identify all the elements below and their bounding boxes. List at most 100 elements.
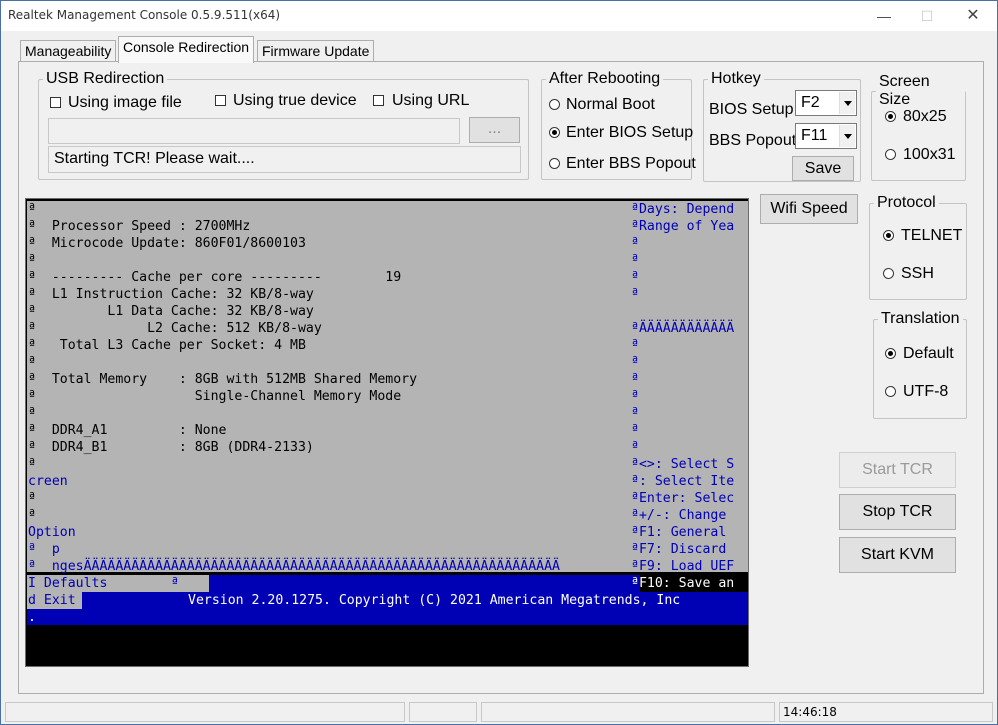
enter-bios-setup-label[interactable]: Enter BIOS Setup bbox=[566, 124, 693, 142]
status-text-field: Starting TCR! Please wait.... bbox=[48, 146, 521, 173]
console-help-line: ªDays: Depend bbox=[631, 202, 735, 217]
console-line: ª L1 Instruction Cache: 32 KB/8-way bbox=[28, 287, 314, 302]
stop-tcr-button[interactable]: Stop TCR bbox=[839, 494, 956, 530]
usb-redirection-legend: USB Redirection bbox=[46, 70, 165, 87]
protocol-group: Protocol bbox=[869, 194, 967, 300]
bbs-popout-label: BBS Popout bbox=[709, 132, 797, 149]
console-line: ª Microcode Update: 860F01/8600103 bbox=[28, 236, 306, 251]
bios-setup-select[interactable]: F2 bbox=[795, 90, 857, 116]
console-line: ª Total Memory : 8GB with 512MB Shared M… bbox=[28, 372, 418, 387]
protocol-legend: Protocol bbox=[877, 194, 936, 211]
console-line: ª bbox=[28, 355, 36, 370]
translation-utf8-radio[interactable] bbox=[885, 386, 896, 397]
translation-default-radio[interactable] bbox=[885, 348, 896, 359]
tab-firmware-update[interactable]: Firmware Update bbox=[257, 40, 375, 62]
window-title: Realtek Management Console 0.5.9.511(x64… bbox=[8, 8, 281, 22]
translation-legend: Translation bbox=[881, 310, 960, 327]
start-kvm-button[interactable]: Start KVM bbox=[839, 537, 956, 573]
chevron-down-icon[interactable] bbox=[839, 125, 855, 147]
using-url-label[interactable]: Using URL bbox=[392, 92, 469, 110]
console-help-line: ª bbox=[631, 355, 639, 370]
console-help-line: ª bbox=[631, 423, 639, 438]
console-help-line: ª bbox=[631, 287, 639, 302]
normal-boot-label[interactable]: Normal Boot bbox=[566, 96, 655, 114]
console-help-line: ª bbox=[631, 338, 639, 353]
console-help-line: ª bbox=[631, 389, 639, 404]
image-path-field[interactable] bbox=[48, 118, 460, 144]
chevron-down-icon[interactable] bbox=[839, 92, 855, 114]
screen-80x25-label[interactable]: 80x25 bbox=[903, 108, 947, 126]
enter-bbs-popout-radio[interactable] bbox=[549, 158, 560, 169]
console-line: d Exit bbox=[28, 593, 76, 608]
console-line: ª --------- Cache per core --------- 19 bbox=[28, 270, 402, 285]
console-line: ª DDR4_B1 : 8GB (DDR4-2133) bbox=[28, 440, 314, 455]
console-line: ª bbox=[28, 491, 36, 506]
protocol-telnet-label[interactable]: TELNET bbox=[901, 227, 962, 245]
close-icon[interactable]: ✕ bbox=[950, 1, 996, 31]
protocol-ssh-label[interactable]: SSH bbox=[901, 265, 934, 283]
tab-console-redirection[interactable]: Console Redirection bbox=[118, 36, 255, 63]
wifi-speed-button[interactable]: Wifi Speed bbox=[760, 194, 858, 224]
console-line: creen bbox=[28, 474, 68, 489]
console-line: ª Total L3 Cache per Socket: 4 MB bbox=[28, 338, 306, 353]
console-line: ª ngesÄÄÄÄÄÄÄÄÄÄÄÄÄÄÄÄÄÄÄÄÄÄÄÄÄÄÄÄÄÄÄÄÄÄ… bbox=[28, 559, 560, 574]
console-line: ª bbox=[28, 202, 36, 217]
console-help-line: ªF10: Save an bbox=[631, 576, 735, 591]
console-line: I Defaults ª bbox=[28, 576, 179, 591]
screen-100x31-label[interactable]: 100x31 bbox=[903, 146, 956, 164]
console-help-line: ª+/-: Change bbox=[631, 508, 727, 523]
using-url-checkbox[interactable] bbox=[373, 95, 384, 106]
status-bar: 14:46:18 bbox=[1, 698, 997, 724]
console-help-line: ªF1: General bbox=[631, 525, 727, 540]
console-line: ª L1 Data Cache: 32 KB/8-way bbox=[28, 304, 314, 319]
translation-utf8-label[interactable]: UTF-8 bbox=[903, 383, 948, 401]
enter-bbs-popout-label[interactable]: Enter BBS Popout bbox=[566, 155, 696, 173]
screen-80x25-radio[interactable] bbox=[885, 111, 896, 122]
screen-size-legend: Screen Size bbox=[879, 73, 930, 108]
maximize-icon[interactable]: ☐ bbox=[904, 1, 950, 31]
after-rebooting-legend: After Rebooting bbox=[549, 70, 661, 87]
screen-100x31-radio[interactable] bbox=[885, 149, 896, 160]
console-line: ª bbox=[28, 406, 36, 421]
normal-boot-radio[interactable] bbox=[549, 99, 560, 110]
console-line: ª bbox=[28, 253, 36, 268]
hotkey-legend: Hotkey bbox=[711, 70, 761, 87]
bbs-popout-value: F11 bbox=[801, 127, 828, 144]
using-true-device-checkbox[interactable] bbox=[215, 95, 226, 106]
console-help-line: ª bbox=[631, 406, 639, 421]
start-tcr-button[interactable]: Start TCR bbox=[839, 452, 956, 488]
console-help-line: ª bbox=[631, 270, 639, 285]
screen-size-group: Screen Size bbox=[871, 73, 966, 181]
status-cell bbox=[409, 702, 477, 722]
console-line: ª DDR4_A1 : None bbox=[28, 423, 227, 438]
browse-button[interactable]: ... bbox=[469, 117, 520, 143]
console-line: ª L2 Cache: 512 KB/8-way bbox=[28, 321, 322, 336]
bios-setup-label: BIOS Setup bbox=[709, 101, 794, 118]
console-help-line: ª bbox=[631, 440, 639, 455]
console-line: ª bbox=[28, 457, 36, 472]
console-line: ª Single-Channel Memory Mode bbox=[28, 389, 402, 404]
status-time: 14:46:18 bbox=[779, 702, 993, 722]
using-image-file-label[interactable]: Using image file bbox=[68, 94, 182, 112]
protocol-telnet-radio[interactable] bbox=[883, 230, 894, 241]
hotkey-save-button[interactable]: Save bbox=[792, 156, 854, 181]
using-image-file-checkbox[interactable] bbox=[50, 97, 61, 108]
tab-manageability[interactable]: Manageability bbox=[20, 40, 117, 62]
console-line: ª p bbox=[28, 542, 60, 557]
using-true-device-label[interactable]: Using true device bbox=[233, 92, 357, 110]
minimize-icon[interactable]: — bbox=[861, 1, 907, 31]
title-bar: Realtek Management Console 0.5.9.511(x64… bbox=[1, 1, 997, 31]
console-help-line: ªRange of Yea bbox=[631, 219, 735, 234]
status-cell bbox=[481, 702, 775, 722]
enter-bios-setup-radio[interactable] bbox=[549, 127, 560, 138]
console-help-line: ª bbox=[631, 372, 639, 387]
console-line: ª bbox=[28, 508, 36, 523]
protocol-ssh-radio[interactable] bbox=[883, 268, 894, 279]
console-help-line: ªF7: Discard bbox=[631, 542, 727, 557]
bbs-popout-select[interactable]: F11 bbox=[795, 123, 857, 149]
translation-default-label[interactable]: Default bbox=[903, 345, 954, 363]
console-help-line: ª: Select Ite bbox=[631, 474, 735, 489]
console-screen[interactable]: ª ª Processor Speed : 2700MHz ª Microcod… bbox=[25, 198, 749, 667]
console-help-line: ª<>: Select S bbox=[631, 457, 735, 472]
bios-copyright: Version 2.20.1275. Copyright (C) 2021 Am… bbox=[188, 593, 681, 608]
